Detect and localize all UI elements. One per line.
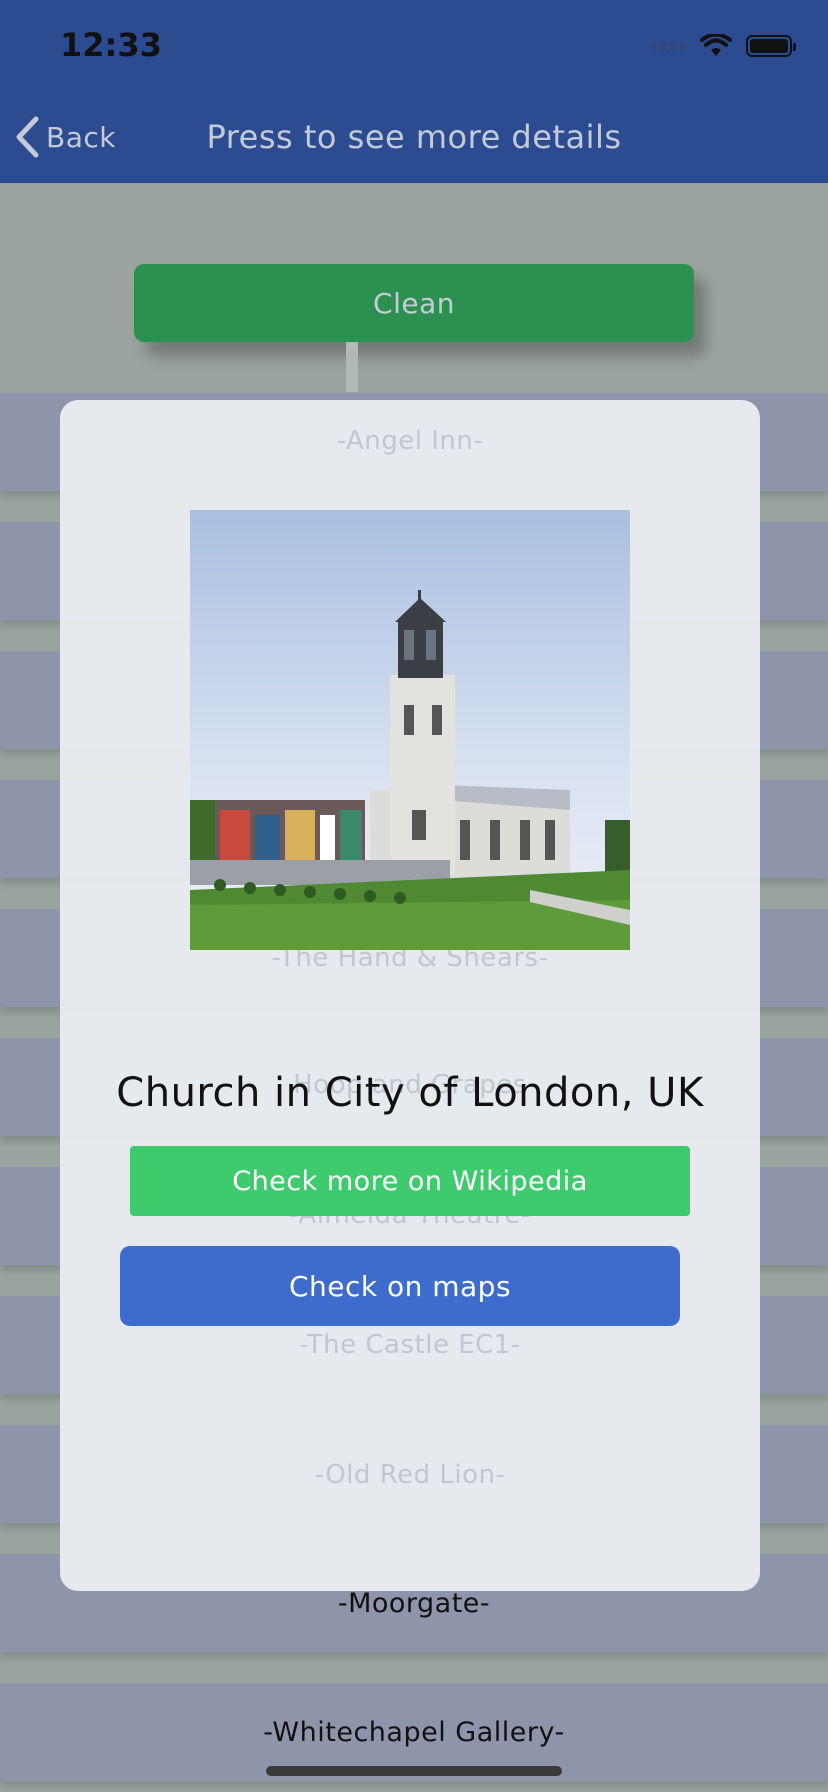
page-title: Press to see more details — [206, 118, 622, 156]
popup-title: Church in City of London, UK — [116, 1070, 704, 1116]
battery-icon — [746, 35, 796, 57]
wifi-icon — [700, 34, 732, 56]
ghost-list-label: -Angel Inn- — [336, 426, 484, 456]
ghost-list-label: -The Castle EC1- — [299, 1330, 521, 1360]
clean-button[interactable]: Clean — [134, 264, 694, 342]
detail-popup: -Angel Inn- -The Hand & Shears- Hoop and… — [60, 400, 760, 1591]
navigation-bar: 12:33 Back Press to see more details — [0, 0, 828, 183]
maps-button[interactable]: Check on maps — [120, 1246, 680, 1326]
status-time: 12:33 — [60, 26, 162, 64]
home-indicator[interactable] — [266, 1766, 562, 1776]
status-icons — [650, 34, 796, 58]
cellular-signal-icon — [650, 42, 686, 50]
connector-line — [346, 342, 358, 392]
church-photo — [190, 510, 630, 950]
wikipedia-button[interactable]: Check more on Wikipedia — [130, 1146, 690, 1216]
ghost-list-label: -Old Red Lion- — [314, 1460, 506, 1490]
